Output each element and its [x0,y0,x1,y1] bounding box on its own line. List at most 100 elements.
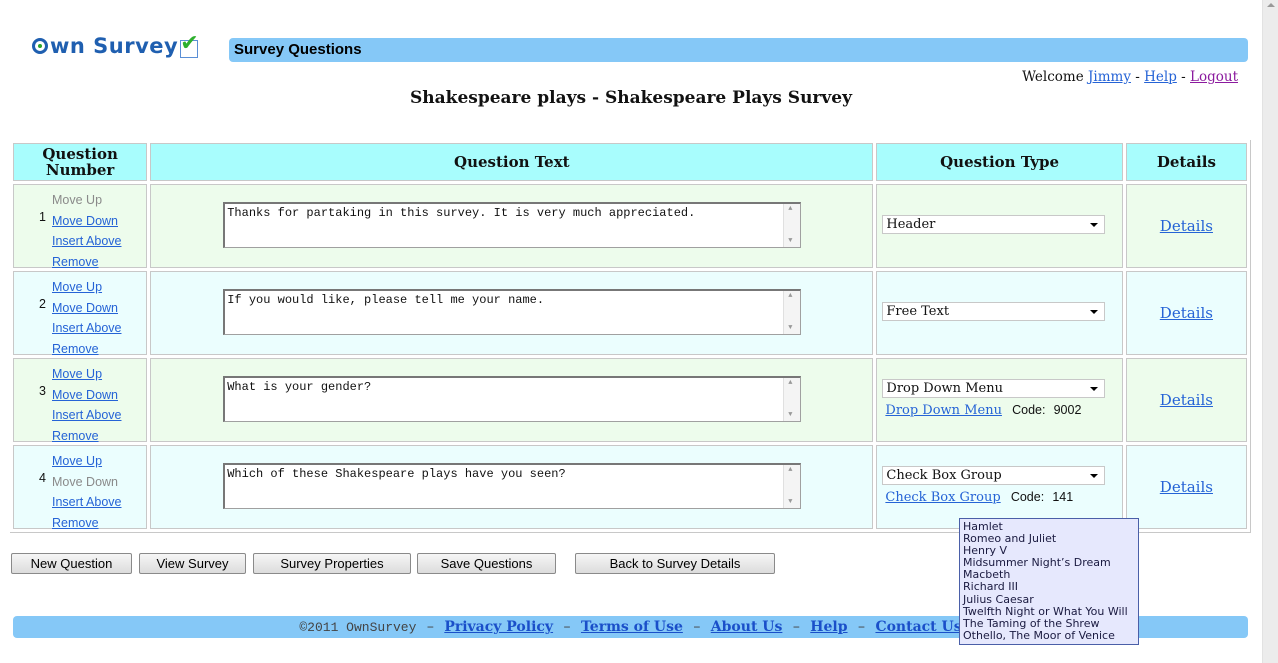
textarea-scrollbar[interactable] [783,378,801,421]
remove-link[interactable]: Remove [52,426,122,447]
remove-link[interactable]: Remove [52,513,122,534]
logo-o-icon [32,38,48,54]
survey-title: Shakespeare plays - Shakespeare Plays Su… [410,88,852,108]
check-box-options-tooltip: Hamlet Romeo and Juliet Henry V Midsummer N… [959,518,1139,645]
details-link[interactable]: Details [1160,217,1213,235]
question-type-cell: Drop Down Menu Drop Down Menu Code: 9002 [876,358,1123,442]
question-type-cell: Header [876,184,1123,268]
question-type-cell: Check Box Group Check Box Group Code: 14… [876,445,1123,529]
selected-type: Drop Down Menu [886,381,1003,396]
type-options-row: Drop Down Menu Code: 9002 [885,403,1081,418]
question-text-input[interactable]: If you would like, please tell me your n… [223,289,802,335]
privacy-policy-link[interactable]: Privacy Policy [444,619,553,635]
user-link[interactable]: Jimmy [1088,69,1131,85]
dropdown-arrow-icon [1090,223,1099,227]
separator: – [563,619,571,635]
scroll-up-arrow-icon[interactable] [1267,3,1275,7]
question-number-cell: 3 Move Up Move Down Insert Above Remove [13,358,148,443]
move-up-link[interactable]: Move Up [52,364,122,385]
code-label: Code: [1012,403,1046,417]
contact-us-link[interactable]: Contact Us [875,619,961,635]
terms-of-use-link[interactable]: Terms of Use [581,619,683,635]
insert-above-link[interactable]: Insert Above [52,405,122,426]
dropdown-arrow-icon [1090,387,1099,391]
separator: - [1135,69,1140,85]
view-survey-button[interactable]: View Survey [139,553,246,574]
insert-above-link[interactable]: Insert Above [52,318,122,339]
details-link[interactable]: Details [1160,478,1213,496]
page-heading: Survey Questions [234,41,362,58]
details-cell: Details [1125,445,1247,529]
question-actions: Move Up Move Down Insert Above Remove [52,451,122,533]
details-cell: Details [1125,271,1247,355]
question-text-cell: Thanks for partaking in this survey. It … [150,184,874,268]
selected-type: Check Box Group [886,468,1002,483]
separator: - [1181,69,1186,85]
question-number: 2 [39,297,46,311]
vertical-scrollbar[interactable] [1262,0,1278,663]
move-up-disabled: Move Up [52,193,103,207]
move-down-link[interactable]: Move Down [52,298,122,319]
back-to-survey-details-button[interactable]: Back to Survey Details [575,553,775,574]
move-down-link[interactable]: Move Down [52,211,122,232]
type-options-link[interactable]: Check Box Group [885,490,1000,505]
question-text-value: If you would like, please tell me your n… [227,293,545,307]
question-text-input[interactable]: What is your gender? [223,376,802,422]
question-text-cell: What is your gender? [150,358,874,442]
question-type-select[interactable]: Free Text [882,302,1106,321]
question-row: 1 Move Up Move Down Insert Above Remove … [13,184,1247,269]
textarea-scrollbar[interactable] [783,465,801,508]
about-us-link[interactable]: About Us [711,619,783,635]
question-text-input[interactable]: Thanks for partaking in this survey. It … [223,202,802,248]
move-up-link[interactable]: Move Up [52,451,122,472]
new-question-button[interactable]: New Question [11,553,132,574]
question-actions: Move Up Move Down Insert Above Remove [52,190,122,272]
details-cell: Details [1125,358,1247,442]
move-down-disabled: Move Down [52,474,118,489]
survey-properties-button[interactable]: Survey Properties [253,553,411,574]
type-options-link[interactable]: Drop Down Menu [885,403,1002,418]
remove-link[interactable]: Remove [52,339,122,360]
question-type-select[interactable]: Check Box Group [882,466,1106,485]
question-type-select[interactable]: Drop Down Menu [882,379,1106,398]
dropdown-arrow-icon [1090,310,1099,314]
separator: – [693,619,701,635]
table-header-row: Question Number Question Text Question T… [13,143,1247,181]
question-type-cell: Free Text [876,271,1123,355]
insert-above-link[interactable]: Insert Above [52,231,122,252]
own-survey-logo[interactable]: wn Survey [32,31,199,58]
question-row: 4 Move Up Move Down Insert Above Remove … [13,445,1247,530]
question-number: 3 [39,384,46,398]
textarea-scrollbar[interactable] [783,291,801,334]
dropdown-arrow-icon [1090,474,1099,478]
question-text-input[interactable]: Which of these Shakespeare plays have yo… [223,463,802,509]
textarea-scrollbar[interactable] [783,204,801,247]
separator: – [426,619,434,635]
footer-help-link[interactable]: Help [810,619,847,635]
separator: – [858,619,865,635]
details-link[interactable]: Details [1160,391,1213,409]
question-number: 1 [39,210,46,224]
tooltip-option: Julius Caesar [963,592,1034,606]
code-label: Code: [1010,490,1045,504]
question-type-select[interactable]: Header [882,215,1106,234]
header-line: Number [45,161,115,179]
question-number: 4 [39,471,46,485]
remove-link[interactable]: Remove [52,252,122,273]
details-link[interactable]: Details [1160,304,1213,322]
logout-link[interactable]: Logout [1190,69,1238,85]
insert-above-link[interactable]: Insert Above [52,492,122,513]
logo-text: wn Survey [50,34,179,58]
help-link[interactable]: Help [1144,69,1177,85]
question-text-value: What is your gender? [227,380,372,394]
question-actions: Move Up Move Down Insert Above Remove [52,364,122,446]
tooltip-option: Othello, The Moor of Venice [963,628,1115,642]
move-up-link[interactable]: Move Up [52,277,122,298]
page: wn Survey Survey Questions Welcome Jimmy… [0,0,1262,663]
question-actions: Move Up Move Down Insert Above Remove [52,277,122,359]
page-heading-bar: Survey Questions [229,38,1248,62]
save-questions-button[interactable]: Save Questions [417,553,556,574]
question-number-cell: 4 Move Up Move Down Insert Above Remove [13,445,148,530]
move-down-link[interactable]: Move Down [52,385,122,406]
tooltip-option: Twelfth Night or What You Will [963,604,1128,618]
